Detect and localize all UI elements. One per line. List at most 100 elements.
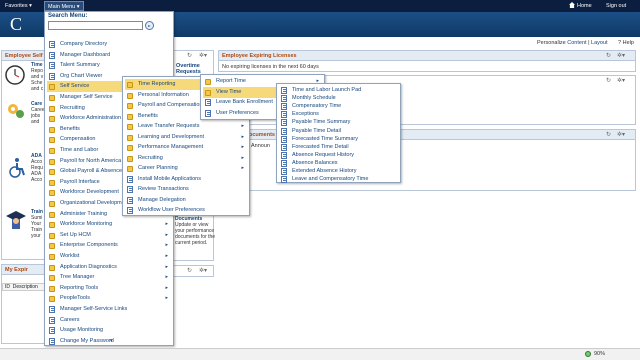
- employee-expiring-licenses-pagelet: Employee Expiring Licenses ↻ ✲▾ No expir…: [218, 50, 636, 72]
- document-icon: [205, 109, 211, 117]
- search-go-icon[interactable]: [145, 21, 154, 30]
- submenu-arrow-icon: ▸: [165, 263, 168, 270]
- menu-item-label: Workforce Monitoring: [60, 221, 113, 228]
- folder-icon: [49, 285, 55, 292]
- time-item[interactable]: TimeRepo and v Sche and c requ: [31, 62, 45, 92]
- menu-item-worklist[interactable]: Worklist ▸: [47, 251, 171, 262]
- folder-icon: [49, 148, 55, 154]
- folder-icon: [49, 116, 55, 123]
- folder-icon: [127, 124, 133, 130]
- folder-icon: [49, 232, 55, 239]
- ada-item[interactable]: ADAAcco Requ ADA Acco Requ: [31, 153, 45, 183]
- careers-item[interactable]: CareCareers jobs and appl: [31, 101, 45, 123]
- folder-icon: [49, 190, 55, 197]
- menu-item-label: Workforce Administration: [60, 115, 122, 122]
- menu-item-company-directory[interactable]: Company Directory: [47, 39, 171, 50]
- menu-item-label: Administer Training: [60, 210, 108, 217]
- menu-item-leave-transfer-requests[interactable]: Leave Transfer Requests ▸: [125, 121, 247, 132]
- menu-item-label: Change My Password: [60, 337, 114, 344]
- menu-item-usage-monitoring[interactable]: Usage Monitoring: [47, 325, 171, 336]
- personalize-links: Personalize Content | Layout: [537, 40, 608, 46]
- menu-item-label: Recruiting: [138, 154, 163, 161]
- status-bar: 90%: [0, 348, 640, 360]
- menu-item-manage-delegation[interactable]: Manage Delegation: [125, 195, 247, 206]
- menu-item-application-diagnostics[interactable]: Application Diagnostics ▸: [47, 262, 171, 273]
- pagelet-settings-icon[interactable]: ✲▾: [199, 51, 207, 61]
- training-item-text: Sumi Your Train your infor: [31, 215, 43, 239]
- pagelet-settings-icon[interactable]: ✲▾: [617, 51, 625, 61]
- personalize-content-link[interactable]: Content: [567, 40, 586, 46]
- view-time-submenu: Time and Labor Launch Pad Monthly Schedul…: [276, 83, 401, 185]
- pagelet-settings-icon[interactable]: ✲▾: [199, 266, 207, 276]
- favorites-menu[interactable]: Favorites ▾: [2, 1, 35, 11]
- folder-icon: [49, 179, 55, 186]
- document-icon: [127, 175, 133, 183]
- menu-item-careers[interactable]: Careers: [47, 315, 171, 326]
- folder-icon: [49, 275, 55, 282]
- home-link[interactable]: Home: [566, 1, 595, 11]
- menu-item-tree-manager[interactable]: Tree Manager ▸: [47, 272, 171, 283]
- menu-item-learning-and-development[interactable]: Learning and Development ▸: [125, 132, 247, 143]
- pagelet-refresh-icon[interactable]: ↻: [187, 51, 192, 61]
- menu-item-label: Workflow User Preferences: [138, 207, 205, 213]
- clock-icon: [4, 64, 28, 86]
- menu-item-label: Leave and Compensatory Time: [292, 176, 369, 183]
- personalize-layout-link[interactable]: Layout: [591, 40, 608, 46]
- document-icon: [281, 176, 287, 184]
- pagelet-title: Employee Expiring Licenses: [219, 51, 635, 61]
- search-menu-input[interactable]: [48, 21, 143, 30]
- menu-item-talent-summary[interactable]: Talent Summary: [47, 60, 171, 71]
- menu-item-install-mobile-applications[interactable]: Install Mobile Applications: [125, 174, 247, 185]
- menu-item-leave-and-compensatory-time[interactable]: Leave and Compensatory Time: [279, 174, 398, 185]
- pagelet-refresh-icon[interactable]: ↻: [606, 130, 611, 140]
- time-item-text: Repo and v Sche and c requ: [31, 68, 44, 92]
- menu-item-label: Leave Transfer Requests: [138, 123, 200, 129]
- menu-item-enterprise-components[interactable]: Enterprise Components ▸: [47, 240, 171, 251]
- menu-item-manager-self-service-links[interactable]: Manager Self-Service Links: [47, 304, 171, 315]
- menu-item-change-my-password[interactable]: Change My Password: [47, 336, 171, 347]
- scroll-down-icon[interactable]: ▾: [110, 338, 113, 344]
- menu-item-label: View Time: [216, 88, 242, 95]
- menu-item-recruiting[interactable]: Recruiting ▸: [125, 153, 247, 164]
- menu-item-label: Careers: [60, 316, 80, 323]
- menu-item-workflow-user-preferences[interactable]: Workflow User Preferences: [125, 205, 247, 216]
- folder-icon: [127, 166, 133, 172]
- menu-item-label: Organizational Development: [60, 200, 130, 206]
- folder-icon: [127, 113, 133, 120]
- menu-item-manager-dashboard[interactable]: Manager Dashboard: [47, 50, 171, 61]
- folder-icon: [49, 211, 55, 218]
- training-item[interactable]: TrainSumi Your Train your infor: [31, 209, 45, 239]
- menu-item-label: Compensation: [60, 136, 96, 143]
- help-link[interactable]: ? Help: [618, 40, 634, 46]
- menu-item-workforce-monitoring[interactable]: Workforce Monitoring ▸: [47, 219, 171, 230]
- menu-item-label: Leave Bank Enrollment: [216, 99, 273, 106]
- main-menu-button[interactable]: Main Menu ▾: [44, 1, 84, 11]
- menu-item-peopletools[interactable]: PeopleTools ▸: [47, 293, 171, 304]
- pagelet-refresh-icon[interactable]: ↻: [187, 266, 192, 276]
- menu-item-career-planning[interactable]: Career Planning ▸: [125, 163, 247, 174]
- folder-icon: [49, 126, 55, 133]
- folder-icon: [49, 158, 55, 165]
- document-icon: [49, 327, 55, 335]
- zoom-icon: [585, 351, 591, 357]
- menu-item-label: Workforce Development: [60, 189, 119, 196]
- my-expiring-pagelet: My Expir: [1, 264, 46, 344]
- pagelet-refresh-icon[interactable]: ↻: [606, 51, 611, 61]
- menu-item-set-up-hcm[interactable]: Set Up HCM ▸: [47, 230, 171, 241]
- pagelet-settings-icon[interactable]: ✲▾: [617, 76, 625, 86]
- pagelet-refresh-icon[interactable]: ↻: [606, 76, 611, 86]
- document-icon: [49, 337, 55, 345]
- menu-item-label: Worklist: [60, 253, 80, 259]
- folder-icon: [49, 222, 55, 229]
- menu-item-performance-management[interactable]: Performance Management ▸: [125, 142, 247, 153]
- document-icon: [49, 72, 55, 80]
- menu-item-label: Benefits: [138, 112, 158, 119]
- home-label: Home: [577, 3, 592, 9]
- menu-item-review-transactions[interactable]: Review Transactions: [125, 184, 247, 195]
- signout-link[interactable]: Sign out: [603, 1, 629, 11]
- folder-icon: [205, 89, 211, 96]
- pagelet-settings-icon[interactable]: ✲▾: [617, 130, 625, 140]
- zoom-level[interactable]: 90%: [594, 351, 605, 357]
- document-icon: [49, 306, 55, 313]
- menu-item-reporting-tools[interactable]: Reporting Tools ▸: [47, 283, 171, 294]
